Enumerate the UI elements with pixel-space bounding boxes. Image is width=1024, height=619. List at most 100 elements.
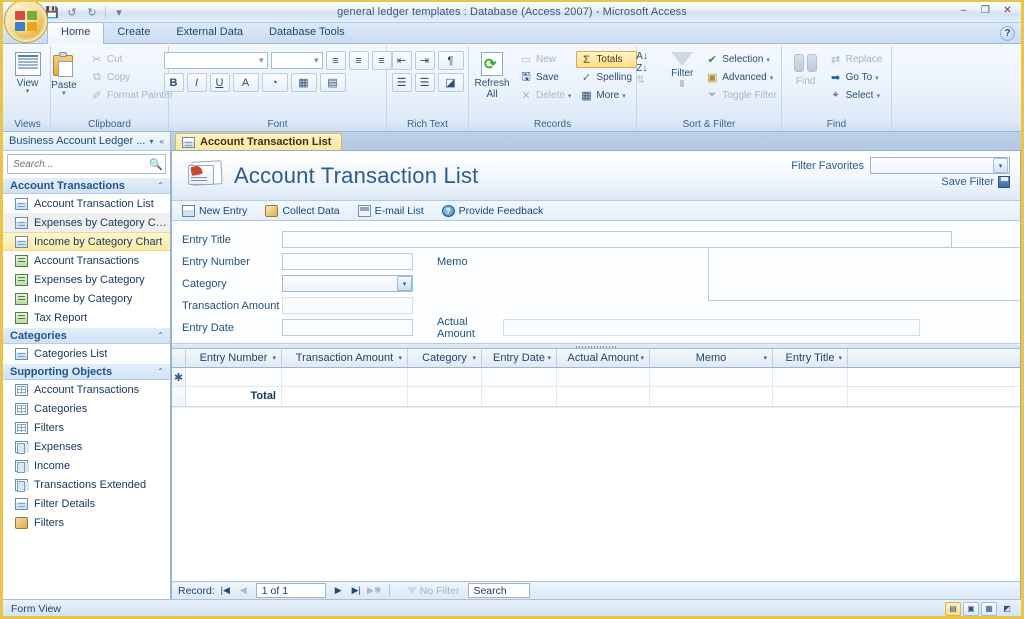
nav-item-account-transaction-list[interactable]: Account Transaction List [3, 194, 170, 213]
refresh-all-button[interactable]: ⟳ Refresh All [468, 49, 516, 100]
new-entry-button[interactable]: New Entry [182, 204, 247, 217]
design-view-icon[interactable]: ◩ [999, 602, 1015, 616]
next-record-button[interactable]: ▶ [331, 585, 346, 596]
select-button[interactable]: ⌖ Select ▾ [826, 87, 888, 104]
advanced-chevron-down-icon[interactable]: ▾ [770, 74, 774, 82]
bold-icon[interactable]: B [163, 73, 184, 92]
datasheet-cell[interactable] [650, 368, 773, 386]
record-position-input[interactable]: 1 of 1 [255, 583, 326, 598]
gridlines-icon[interactable]: ▦ [290, 73, 317, 92]
column-header-transaction-amount[interactable]: Transaction Amount ▾ [282, 349, 408, 367]
font-color-icon[interactable]: A [232, 73, 259, 92]
form-view-icon[interactable]: ▤ [945, 601, 961, 616]
more-chevron-down-icon[interactable]: ▾ [622, 92, 626, 100]
datasheet-cell[interactable] [557, 368, 650, 386]
sort-descending-button[interactable]: Z↓ [636, 63, 662, 74]
office-button[interactable] [5, 2, 47, 42]
left-to-right-icon[interactable]: ¶ [437, 51, 464, 70]
sort-ascending-button[interactable]: A↓ [636, 51, 662, 62]
underline-icon[interactable]: U [209, 73, 230, 92]
memo-textarea[interactable] [708, 247, 1020, 301]
column-header-entry-number[interactable]: Entry Number ▾ [186, 349, 282, 367]
previous-record-button[interactable]: ◀ [236, 585, 251, 596]
document-tab-account-transaction-list[interactable]: Account Transaction List [175, 133, 343, 150]
nav-item-account-transactions[interactable]: Account Transactions [3, 251, 170, 270]
delete-record-button[interactable]: ✕ Delete ▾ [516, 87, 576, 104]
italic-icon[interactable]: I [186, 73, 207, 92]
selection-button[interactable]: ✔ Selection ▾ [702, 51, 781, 68]
tab-external-data[interactable]: External Data [163, 23, 256, 43]
collect-data-button[interactable]: Collect Data [265, 204, 340, 217]
save-filter-button[interactable]: Save Filter [941, 176, 1010, 188]
toggle-filter-button[interactable]: ⏷ Toggle Filter [702, 87, 781, 104]
chevron-down-icon[interactable]: ▾ [640, 354, 644, 362]
nav-item-filters[interactable]: Filters [3, 418, 170, 437]
tab-create[interactable]: Create [104, 23, 163, 43]
go-to-button[interactable]: ➡ Go To ▾ [826, 69, 888, 86]
chevron-up-icon[interactable]: ⌃ [157, 367, 164, 376]
search-icon[interactable]: 🔍 [149, 158, 163, 171]
nav-item-filters[interactable]: Filters [3, 513, 170, 532]
chevron-down-icon[interactable]: ▾ [147, 137, 157, 146]
datasheet-new-row[interactable]: ✱ [172, 368, 1020, 387]
collapse-pane-icon[interactable]: « [157, 137, 167, 146]
selection-chevron-down-icon[interactable]: ▾ [766, 56, 770, 64]
chevron-up-icon[interactable]: ⌃ [157, 181, 164, 190]
tab-home[interactable]: Home [47, 22, 105, 44]
window-controls[interactable]: – ❐ ✕ [954, 3, 1017, 18]
nav-item-transactions-extended[interactable]: Transactions Extended [3, 475, 170, 494]
minimize-button[interactable]: – [954, 3, 973, 18]
alternate-fill-icon[interactable]: ▤ [319, 73, 346, 92]
column-header-memo[interactable]: Memo ▾ [650, 349, 773, 367]
undo-icon[interactable]: ↺ [63, 4, 81, 21]
chevron-down-icon[interactable]: ▾ [547, 354, 551, 362]
paste-chevron-down-icon[interactable]: ▾ [62, 90, 66, 97]
datasheet-view-icon[interactable]: ▦ [981, 601, 997, 616]
transaction-amount-input[interactable] [282, 297, 413, 314]
chevron-up-icon[interactable]: ⌃ [157, 331, 164, 340]
column-header-actual-amount[interactable]: Actual Amount ▾ [557, 349, 650, 367]
filter-button[interactable]: Filter [662, 49, 702, 87]
chevron-down-icon[interactable]: ▾ [272, 354, 276, 362]
datasheet-cell[interactable] [282, 368, 408, 386]
save-record-button[interactable]: 🖫 Save [516, 69, 576, 86]
first-record-button[interactable]: |◀ [218, 585, 233, 596]
datasheet-cell[interactable] [408, 368, 482, 386]
numbering-icon[interactable]: ☰ [414, 73, 435, 92]
search-input[interactable] [11, 157, 149, 171]
advanced-button[interactable]: ▣ Advanced ▾ [702, 69, 781, 86]
replace-button[interactable]: ⇄ Replace [826, 51, 888, 68]
nav-group-header[interactable]: Account Transactions ⌃ [3, 177, 170, 194]
go-to-chevron-down-icon[interactable]: ▾ [875, 74, 879, 82]
datasheet-cell[interactable] [482, 368, 557, 386]
help-icon[interactable]: ? [1000, 26, 1015, 41]
select-chevron-down-icon[interactable]: ▾ [876, 92, 880, 100]
nav-item-expenses-by-category[interactable]: Expenses by Category [3, 270, 170, 289]
totals-cell[interactable]: Total [186, 387, 282, 406]
align-center-icon[interactable]: ≡ [348, 51, 369, 70]
customize-qat-icon[interactable]: ▾ [110, 4, 128, 21]
nav-item-tax-report[interactable]: Tax Report [3, 308, 170, 327]
clear-sort-button[interactable]: ⇅ [636, 75, 662, 86]
datasheet-corner-cell[interactable] [172, 349, 186, 367]
nav-item-income[interactable]: Income [3, 456, 170, 475]
totals-cell[interactable] [482, 387, 557, 406]
nav-item-account-transactions[interactable]: Account Transactions [3, 380, 170, 399]
category-combo[interactable]: ▾ [282, 275, 413, 292]
bullets-icon[interactable]: ☰ [391, 73, 412, 92]
new-record-marker[interactable]: ✱ [172, 368, 186, 386]
spelling-button[interactable]: ✓ Spelling [576, 69, 637, 86]
chevron-down-icon[interactable]: ▾ [472, 354, 476, 362]
paste-button[interactable]: Paste ▾ [41, 49, 87, 97]
totals-cell[interactable] [650, 387, 773, 406]
email-list-button[interactable]: E-mail List [357, 204, 424, 217]
chevron-down-icon[interactable]: ▾ [993, 158, 1008, 173]
column-header-category[interactable]: Category ▾ [408, 349, 482, 367]
chevron-down-icon[interactable]: ▾ [397, 276, 412, 291]
chevron-down-icon[interactable]: ▾ [763, 354, 767, 362]
tab-database-tools[interactable]: Database Tools [256, 23, 358, 43]
chevron-down-icon[interactable]: ▾ [838, 354, 842, 362]
right-to-left-icon[interactable]: ◪ [437, 73, 464, 92]
nav-item-expenses-by-category-chart[interactable]: Expenses by Category Chart [3, 213, 170, 232]
filter-favorites-combo[interactable]: ▾ [870, 157, 1010, 174]
